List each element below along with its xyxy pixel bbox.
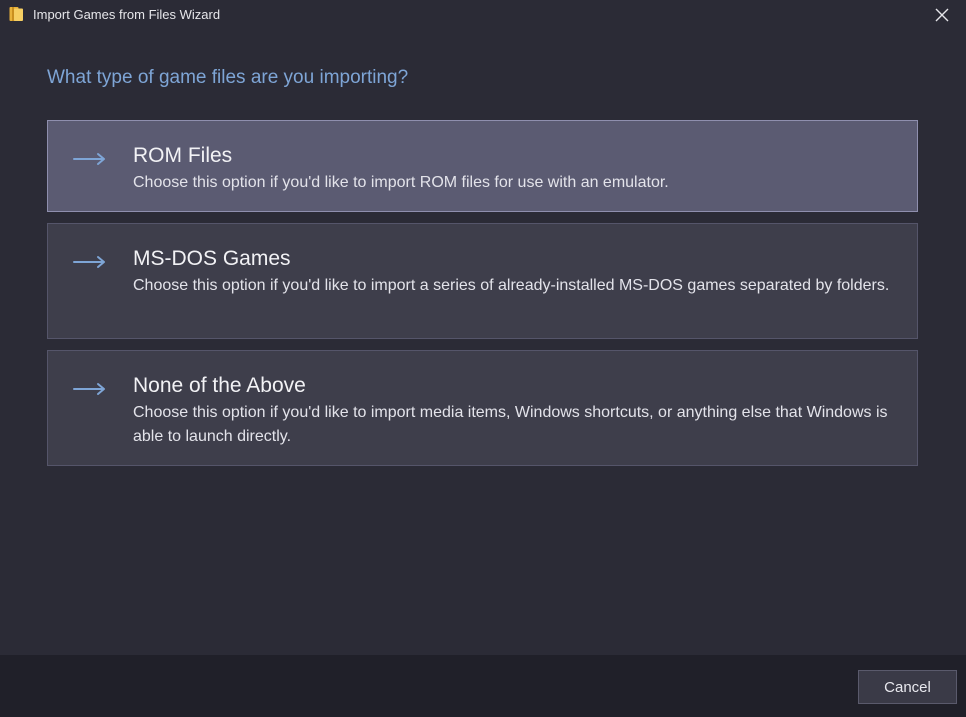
option-none-of-the-above[interactable]: None of the Above Choose this option if …	[47, 350, 918, 466]
option-description: Choose this option if you'd like to impo…	[133, 404, 888, 445]
option-title: None of the Above	[133, 374, 306, 397]
wizard-window: Import Games from Files Wizard What type…	[0, 0, 966, 717]
page-heading: What type of game files are you importin…	[47, 67, 409, 88]
option-title: MS-DOS Games	[133, 247, 291, 270]
option-rom-files[interactable]: ROM Files Choose this option if you'd li…	[47, 120, 918, 212]
title-bar: Import Games from Files Wizard	[0, 0, 966, 30]
option-description: Choose this option if you'd like to impo…	[133, 174, 669, 191]
close-button[interactable]	[930, 4, 954, 26]
arrow-right-icon	[73, 382, 107, 396]
option-description: Choose this option if you'd like to impo…	[133, 277, 890, 294]
window-title: Import Games from Files Wizard	[33, 7, 221, 22]
cancel-button[interactable]: Cancel	[858, 670, 957, 704]
arrow-right-icon	[73, 255, 107, 269]
folder-icon	[9, 6, 24, 22]
close-icon	[935, 8, 949, 22]
footer-bar	[0, 655, 966, 717]
option-ms-dos-games[interactable]: MS-DOS Games Choose this option if you'd…	[47, 223, 918, 339]
option-title: ROM Files	[133, 144, 233, 167]
arrow-right-icon	[73, 152, 107, 166]
